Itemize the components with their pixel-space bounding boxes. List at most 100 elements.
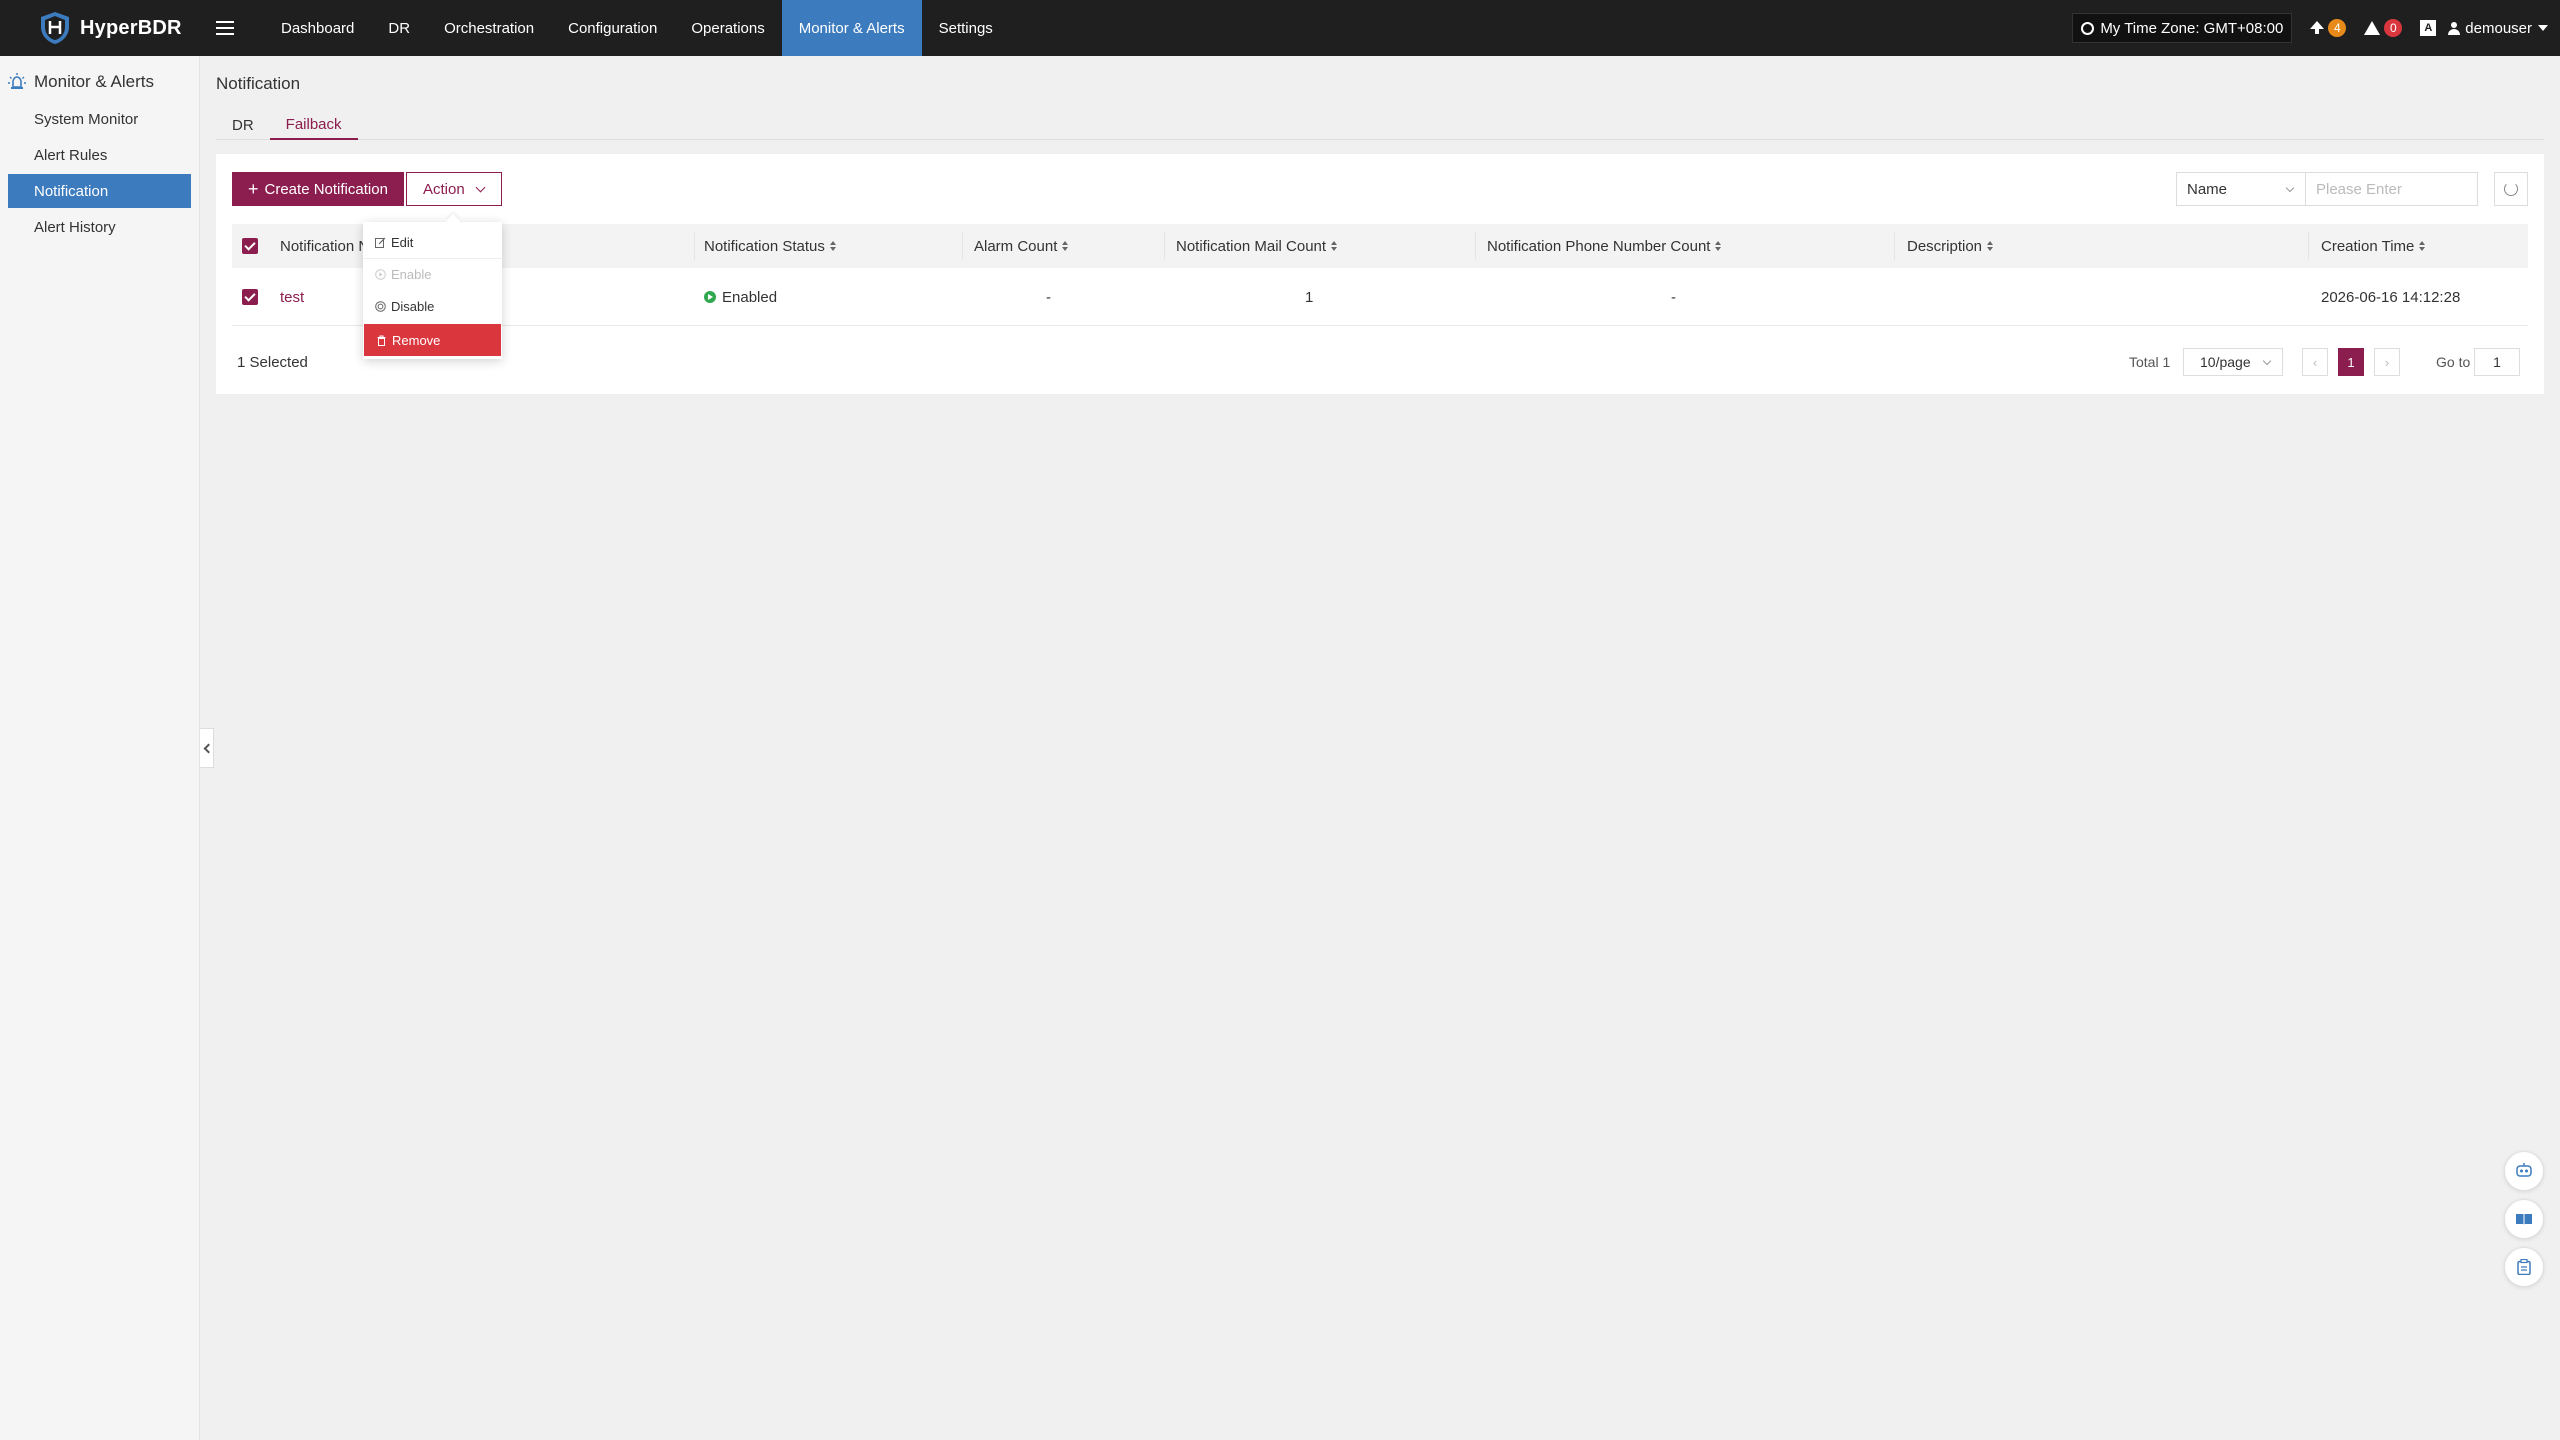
page-title: Notification <box>216 74 301 93</box>
column-header-label: Description <box>1907 237 1983 255</box>
trash-icon <box>377 335 386 346</box>
user-icon <box>2448 21 2461 35</box>
pause-circle-icon <box>375 300 386 312</box>
sidebar-collapse-button[interactable] <box>200 728 214 768</box>
column-header-status[interactable]: Notification Status <box>704 224 836 268</box>
nav-item-orchestration[interactable]: Orchestration <box>427 0 551 56</box>
column-header-alarm-count[interactable]: Alarm Count <box>974 224 1069 268</box>
selected-count: 1 Selected <box>237 354 308 371</box>
upgrade-count-badge: 4 <box>2328 19 2347 37</box>
timezone-display[interactable]: My Time Zone: GMT+08:00 <box>2072 13 2293 43</box>
column-divider <box>694 232 695 260</box>
alarm-icon <box>8 73 26 89</box>
docs-fab[interactable] <box>2504 1199 2544 1239</box>
user-menu[interactable]: demouser <box>2448 20 2548 37</box>
sort-icon[interactable] <box>1987 241 1994 251</box>
menu-item-label: Disable <box>391 298 435 314</box>
nav-item-configuration[interactable]: Configuration <box>551 0 674 56</box>
create-notification-button[interactable]: + Create Notification <box>232 172 404 206</box>
creation-time-cell: 2026-06-16 14:12:28 <box>2321 288 2461 306</box>
menu-item-disable[interactable]: Disable <box>363 290 502 322</box>
sort-icon[interactable] <box>1331 241 1338 251</box>
sidebar-item-notification[interactable]: Notification <box>8 174 191 208</box>
select-all-cell <box>242 224 258 268</box>
page-size-select[interactable]: 10/page <box>2183 348 2283 376</box>
sidebar-title-label: Monitor & Alerts <box>34 72 154 91</box>
column-divider <box>962 232 963 260</box>
menu-item-enable[interactable]: Enable <box>363 258 502 290</box>
tab-dr[interactable]: DR <box>216 110 270 140</box>
nav-item-monitor-alerts[interactable]: Monitor & Alerts <box>781 0 922 56</box>
alert-count-badge: 0 <box>2384 19 2403 37</box>
nav-item-dashboard[interactable]: Dashboard <box>264 0 371 56</box>
create-notification-label: Create Notification <box>264 180 388 198</box>
next-page-button[interactable]: › <box>2374 348 2400 376</box>
action-menu: Edit Enable Disable Remove <box>363 222 502 359</box>
sort-icon[interactable] <box>829 241 836 251</box>
column-header-description[interactable]: Description <box>1907 224 1994 268</box>
column-divider <box>1164 232 1165 260</box>
menu-item-label: Edit <box>391 234 414 250</box>
search-input[interactable] <box>2306 172 2478 206</box>
column-header-mail-count[interactable]: Notification Mail Count <box>1176 224 1338 268</box>
row-select-cell <box>242 268 258 326</box>
column-header-label: Notification Phone Number Count <box>1487 237 1711 255</box>
upgrade-arrow-icon <box>2310 21 2325 34</box>
column-header-label: Alarm Count <box>974 237 1058 255</box>
sort-icon[interactable] <box>2419 241 2426 251</box>
prev-page-button[interactable]: ‹ <box>2302 348 2328 376</box>
app-name: HyperBDR <box>80 16 182 39</box>
chevron-left-icon <box>203 743 213 753</box>
upgrade-indicator[interactable]: 4 <box>2310 19 2347 37</box>
nav-item-dr[interactable]: DR <box>371 0 427 56</box>
row-checkbox[interactable] <box>242 289 258 305</box>
refresh-button[interactable] <box>2494 172 2528 206</box>
select-all-checkbox[interactable] <box>242 238 258 254</box>
tabs: DR Failback <box>216 110 2544 140</box>
menu-item-edit[interactable]: Edit <box>363 226 502 258</box>
action-dropdown-button[interactable]: Action <box>406 172 502 206</box>
menu-item-label: Remove <box>392 332 441 348</box>
clipboard-fab[interactable] <box>2504 1247 2544 1287</box>
clock-icon <box>2081 21 2095 35</box>
alert-indicator[interactable]: 0 <box>2364 19 2403 37</box>
sidebar-item-alert-rules[interactable]: Alert Rules <box>8 138 191 172</box>
nav-item-settings[interactable]: Settings <box>922 0 1010 56</box>
column-header-phone-count[interactable]: Notification Phone Number Count <box>1487 224 1722 268</box>
play-circle-icon <box>704 291 716 303</box>
sort-icon[interactable] <box>1062 241 1069 251</box>
tab-failback[interactable]: Failback <box>269 110 358 140</box>
warning-icon <box>2364 21 2381 35</box>
assistant-fab[interactable] <box>2504 1151 2544 1191</box>
sidebar: Monitor & Alerts System Monitor Alert Ru… <box>0 56 200 1440</box>
table-header: Notification Name Notification Status Al… <box>232 224 2528 268</box>
play-circle-icon <box>375 269 386 280</box>
sidebar-item-alert-history[interactable]: Alert History <box>8 210 191 244</box>
column-header-label: Creation Time <box>2321 237 2415 255</box>
sidebar-item-system-monitor[interactable]: System Monitor <box>8 102 191 136</box>
page-button-current[interactable]: 1 <box>2338 348 2364 376</box>
chevron-right-icon: › <box>2384 354 2390 370</box>
chevron-down-icon <box>2262 356 2272 366</box>
column-header-label: Notification Status <box>704 237 825 255</box>
edit-icon <box>375 237 386 248</box>
nav-item-operations[interactable]: Operations <box>674 0 781 56</box>
search-type-select[interactable]: Name <box>2176 172 2306 206</box>
table-row[interactable]: test Enabled - 1 - 2026-06-16 14:12:28 <box>232 268 2528 326</box>
sort-icon[interactable] <box>1715 241 1722 251</box>
logo[interactable]: HyperBDR <box>38 10 188 46</box>
notification-name-link[interactable]: test <box>280 268 304 326</box>
language-icon[interactable]: A <box>2420 20 2437 36</box>
book-icon <box>2516 1214 2532 1225</box>
goto-page-input[interactable] <box>2474 348 2520 376</box>
alarm-count-cell: - <box>1046 288 1051 306</box>
column-header-creation-time[interactable]: Creation Time <box>2321 224 2426 268</box>
column-divider <box>1894 232 1895 260</box>
sidebar-title: Monitor & Alerts <box>8 70 199 94</box>
phone-count-cell: - <box>1671 288 1676 306</box>
menu-toggle-icon[interactable] <box>216 21 234 35</box>
goto-label: Go to <box>2436 354 2471 370</box>
plus-icon: + <box>248 179 259 199</box>
top-bar: HyperBDR Dashboard DR Orchestration Conf… <box>0 0 2560 56</box>
menu-item-remove[interactable]: Remove <box>364 324 501 356</box>
